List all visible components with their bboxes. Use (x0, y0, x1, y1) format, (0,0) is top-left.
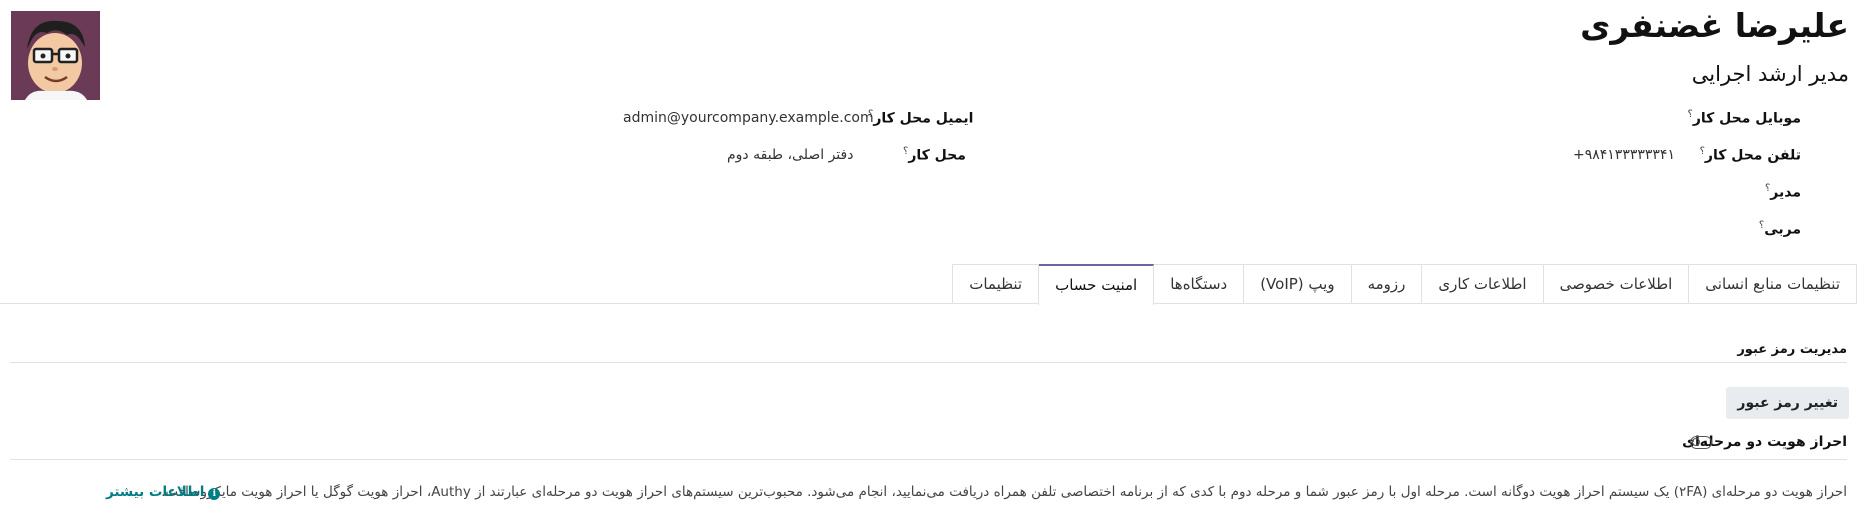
info-icon: i (208, 488, 221, 500)
employee-avatar[interactable] (11, 11, 100, 100)
employee-name[interactable]: علیرضا غضنفری (1580, 6, 1849, 45)
change-password-button[interactable]: تغییر رمز عبور (1726, 387, 1849, 419)
work-mobile-label: موبایل محل کار؟ (1687, 109, 1801, 127)
learn-more-link[interactable]: iاطلاعات بیشتر (106, 484, 221, 500)
tab-resume[interactable]: رزومه (1350, 264, 1423, 303)
work-location-value[interactable]: دفتر اصلی، طبقه دوم (727, 147, 853, 163)
section-divider (10, 459, 1847, 460)
notebook-tabs: تنظیمات امنیت حساب دستگاه‌ها ویپ (VoIP) … (952, 264, 1857, 305)
tab-account-security[interactable]: امنیت حساب (1038, 264, 1155, 305)
work-phone-label: تلفن محل کار؟ (1699, 146, 1801, 164)
work-phone-value[interactable]: +۹۸۴۱۳۳۳۳۳۳۴۱ (1573, 147, 1675, 163)
tab-devices[interactable]: دستگاه‌ها (1153, 264, 1245, 303)
avatar-illustration (11, 11, 100, 100)
tab-private-information[interactable]: اطلاعات خصوصی (1542, 264, 1690, 303)
coach-label: مربی؟ (1758, 220, 1801, 238)
tab-hr-settings[interactable]: تنظیمات منابع انسانی (1688, 264, 1857, 303)
two-factor-toggle[interactable] (1690, 436, 1712, 449)
two-factor-description: احراز هویت دو مرحله‌ای (۲FA) یک سیستم اح… (161, 484, 1847, 500)
password-management-title: مدیریت رمز عبور (1737, 342, 1847, 357)
manager-label: مدیر؟ (1764, 183, 1801, 201)
employee-job-title[interactable]: مدیر ارشد اجرایی (1692, 62, 1849, 86)
tab-work-information[interactable]: اطلاعات کاری (1421, 264, 1544, 303)
tab-voip[interactable]: ویپ (VoIP) (1243, 264, 1352, 303)
work-location-label: محل کار؟ (903, 146, 966, 164)
work-email-value[interactable]: admin@yourcompany.example.com (623, 110, 874, 126)
work-email-label: ایمیل محل کار؟ (868, 109, 974, 127)
tab-settings[interactable]: تنظیمات (952, 264, 1040, 303)
toggle-knob (1692, 438, 1700, 446)
section-divider (10, 362, 1847, 363)
